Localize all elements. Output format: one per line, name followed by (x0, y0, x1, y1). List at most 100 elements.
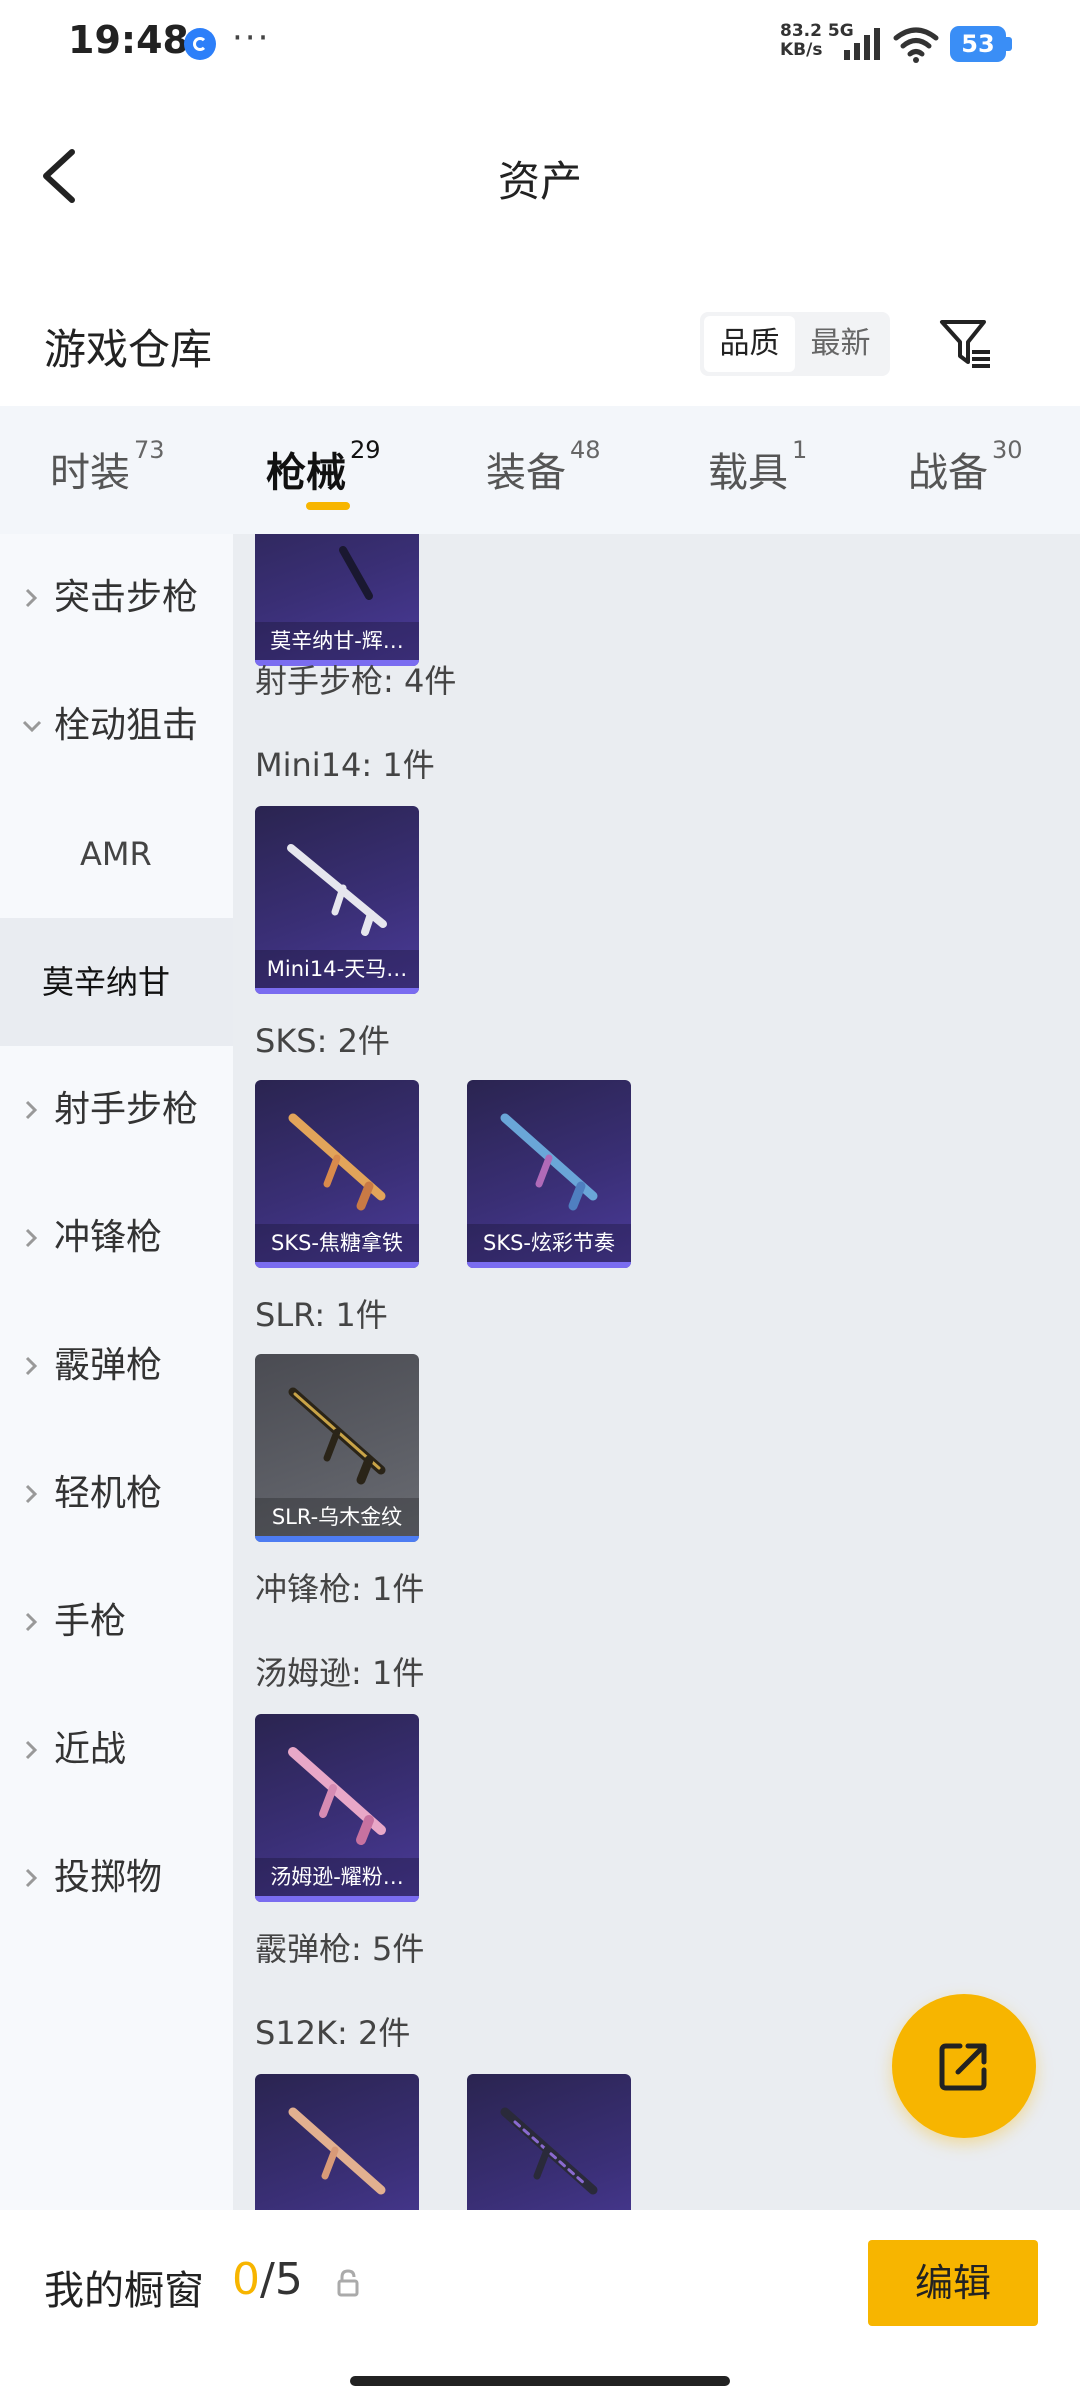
sidebar-item-label: 霰弹枪 (54, 1345, 163, 1386)
filter-icon (940, 320, 990, 368)
group-label: 汤姆逊: 1件 (255, 1654, 425, 1692)
group-label: S12K: 2件 (255, 2014, 411, 2052)
status-time: 19:48 (68, 18, 189, 62)
app-notification-icon (184, 28, 216, 60)
weapon-list: 莫辛纳甘-辉… 射手步枪: 4件 Mini14: 1件 Mini14-天马… S… (233, 534, 1080, 2210)
tab-count: 73 (134, 436, 165, 464)
category-tabs: 时装 73 枪械 29 装备 48 载具 1 战备 30 (0, 406, 1080, 534)
tab-label: 枪械 (266, 450, 346, 496)
weapon-image (500, 1113, 598, 1211)
sidebar-item-label: 射手步枪 (54, 1089, 199, 1130)
share-external-icon (939, 2043, 987, 2091)
tab-vehicles[interactable]: 载具 1 (708, 436, 807, 498)
group-label: 冲锋枪: 1件 (255, 1570, 425, 1608)
weapon-image (339, 546, 373, 600)
group-label: Mini14: 1件 (255, 746, 435, 784)
chevron-right-icon (25, 1484, 38, 1504)
sidebar-item-label: AMR (80, 835, 152, 873)
sort-quality-button[interactable]: 品质 (704, 316, 795, 372)
sidebar-item-pistol[interactable]: 手枪 (0, 1558, 233, 1686)
net-speed-unit: KB/s (780, 40, 823, 60)
weapon-image (288, 2107, 386, 2195)
tab-label: 时装 (50, 450, 130, 496)
weapon-card-mini14[interactable]: Mini14-天马… (255, 806, 419, 994)
sort-toggle: 品质 最新 (700, 312, 890, 376)
tab-fashion[interactable]: 时装 73 (50, 436, 165, 498)
sidebar-item-label: 轻机枪 (54, 1473, 163, 1514)
weapon-card-name: SKS-炫彩节奏 (467, 1224, 631, 1262)
weapon-card-name: SKS-焦糖拿铁 (255, 1224, 419, 1262)
sort-newest-button[interactable]: 最新 (795, 316, 886, 372)
wifi-icon (893, 27, 939, 63)
battery-level: 53 (950, 26, 1006, 62)
weapon-card-sks-rhythm[interactable]: SKS-炫彩节奏 (467, 1080, 631, 1268)
sidebar-item-label: 突击步枪 (54, 577, 199, 618)
weapon-card-slr[interactable]: SLR-乌木金纹 (255, 1354, 419, 1542)
sidebar-item-throwable[interactable]: 投掷物 (0, 1814, 233, 1942)
weapon-card-s12k-1[interactable] (255, 2074, 419, 2210)
chevron-right-icon (25, 1612, 38, 1632)
weapon-card-name: SLR-乌木金纹 (255, 1498, 419, 1536)
weapon-image (288, 1113, 386, 1211)
weapon-image (500, 2107, 598, 2195)
weapon-card-name: 莫辛纳甘-辉… (255, 622, 419, 660)
chevron-down-icon (22, 720, 42, 733)
sidebar-item-melee[interactable]: 近战 (0, 1686, 233, 1814)
weapon-image (288, 1747, 386, 1845)
sidebar-item-assault-rifle[interactable]: 突击步枪 (0, 534, 233, 662)
group-label: 射手步枪: 4件 (255, 662, 457, 700)
sidebar-item-label: 栓动狙击 (54, 705, 199, 746)
chevron-right-icon (25, 588, 38, 608)
weapon-image (288, 1387, 386, 1485)
lock-icon (337, 2269, 359, 2297)
tab-count: 29 (350, 436, 381, 464)
weapon-card-name: Mini14-天马… (255, 950, 419, 988)
net-speed-value: 83.2 (780, 21, 822, 41)
more-notifications-icon: ··· (232, 18, 271, 58)
group-label: SKS: 2件 (255, 1022, 390, 1060)
tab-label: 载具 (708, 450, 788, 496)
weapon-card-thompson[interactable]: 汤姆逊-耀粉… (255, 1714, 419, 1902)
showcase-current: 0 (232, 2254, 260, 2305)
showcase-total: /5 (260, 2254, 303, 2305)
active-tab-indicator (306, 502, 350, 510)
sidebar-item-label: 冲锋枪 (54, 1217, 163, 1258)
weapon-card-s12k-2[interactable] (467, 2074, 631, 2210)
showcase-label: 我的橱窗 (44, 2268, 204, 2314)
tab-firearms[interactable]: 枪械 29 (266, 436, 381, 498)
sidebar-item-label: 莫辛纳甘 (42, 963, 171, 1001)
filter-button[interactable] (936, 314, 996, 374)
sidebar-item-lmg[interactable]: 轻机枪 (0, 1430, 233, 1558)
group-label: SLR: 1件 (255, 1296, 388, 1334)
sidebar-item-shotgun[interactable]: 霰弹枪 (0, 1302, 233, 1430)
sidebar-item-bolt-sniper[interactable]: 栓动狙击 (0, 662, 233, 790)
share-button[interactable] (892, 1994, 1036, 2138)
tab-label: 战备 (908, 450, 988, 496)
sidebar-item-marksman-rifle[interactable]: 射手步枪 (0, 1046, 233, 1174)
edit-button[interactable]: 编辑 (868, 2240, 1038, 2326)
page-title: 资产 (497, 157, 582, 206)
tab-count: 1 (792, 436, 808, 464)
weapon-card-name: 汤姆逊-耀粉… (255, 1858, 419, 1896)
sidebar-item-smg[interactable]: 冲锋枪 (0, 1174, 233, 1302)
warehouse-header: 游戏仓库 品质 最新 (0, 300, 1080, 400)
weapon-category-sidebar: 突击步枪 栓动狙击 AMR 莫辛纳甘 射手步枪 冲锋枪 霰弹枪 轻机枪 手枪 近… (0, 534, 233, 2210)
sidebar-item-label: 手枪 (54, 1601, 127, 1642)
cell-signal-icon (844, 28, 880, 60)
showcase-count: 0/5 (232, 2254, 303, 2305)
warehouse-title: 游戏仓库 (44, 325, 213, 374)
sidebar-item-amr[interactable]: AMR (0, 790, 233, 918)
tab-equipment[interactable]: 装备 48 (486, 436, 601, 498)
home-indicator (350, 2376, 730, 2386)
group-label: 霰弹枪: 5件 (255, 1930, 425, 1968)
weapon-image (287, 844, 387, 936)
tab-label: 装备 (486, 450, 566, 496)
chevron-right-icon (25, 1740, 38, 1760)
battery-icon: 53 (950, 26, 1012, 62)
weapon-card-mosin[interactable]: 莫辛纳甘-辉… (255, 534, 419, 666)
weapon-card-sks-caramel[interactable]: SKS-焦糖拿铁 (255, 1080, 419, 1268)
showcase-bar: 我的橱窗 0/5 编辑 (0, 2210, 1080, 2400)
top-nav: 资产 (0, 120, 1080, 230)
sidebar-item-mosin-nagant[interactable]: 莫辛纳甘 (0, 918, 233, 1046)
tab-combat-supplies[interactable]: 战备 30 (908, 436, 1023, 498)
